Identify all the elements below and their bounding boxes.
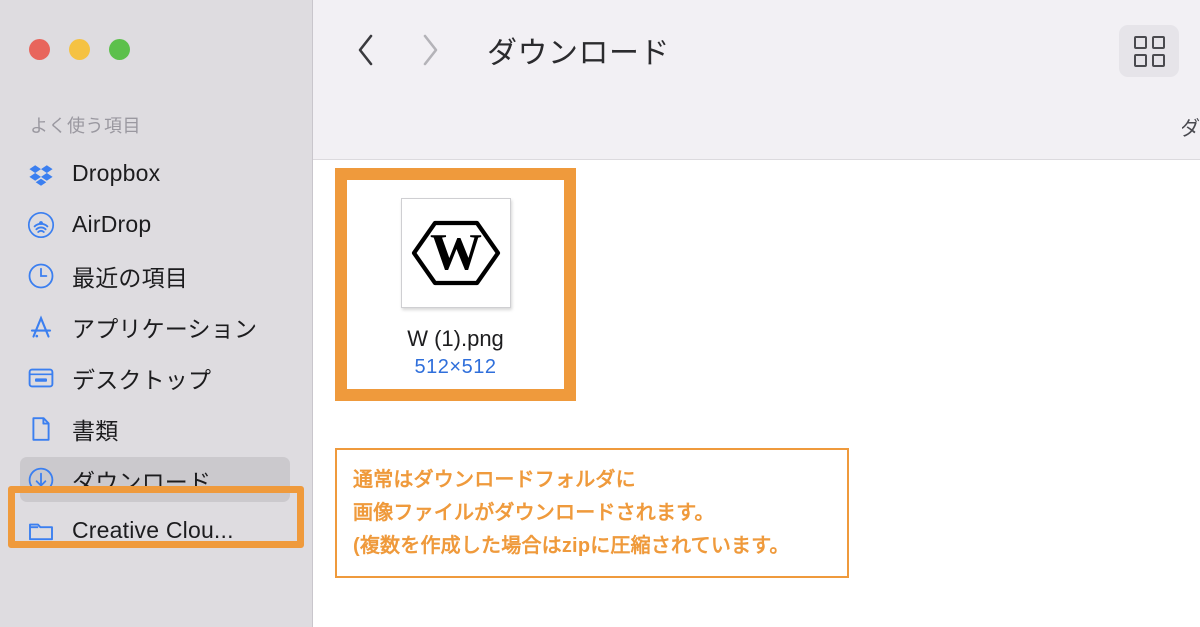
sidebar: よく使う項目 Dropbox AirDrop 最近の項目 アプリケーション デス… — [0, 0, 313, 627]
main-pane: ダウンロード ダ W W (1).png 512×512 通常はダウンロードフォ… — [313, 0, 1200, 627]
sidebar-item-label: アプリケーション — [72, 315, 258, 342]
clock-icon — [26, 261, 56, 291]
dropbox-icon — [26, 159, 56, 189]
sidebar-item-label: 最近の項目 — [72, 264, 188, 291]
minimize-window-button[interactable] — [69, 39, 90, 60]
hexagon-w-logo-icon: W — [411, 220, 500, 286]
sidebar-item-label: ダウンロード — [72, 468, 212, 495]
sidebar-item-label: 書類 — [72, 417, 119, 444]
sidebar-item-list: Dropbox AirDrop 最近の項目 アプリケーション デスクトップ 書類… — [0, 148, 312, 556]
navigation-buttons — [349, 28, 447, 72]
file-browser-content[interactable]: W W (1).png 512×512 通常はダウンロードフォルダに 画像ファイ… — [313, 160, 1200, 627]
sidebar-item-label: AirDrop — [72, 211, 152, 237]
sidebar-item-label: Dropbox — [72, 160, 161, 186]
close-window-button[interactable] — [29, 39, 50, 60]
annotation-note: 通常はダウンロードフォルダに 画像ファイルがダウンロードされます。 (複数を作成… — [335, 448, 849, 578]
file-name-label: W (1).png — [407, 326, 504, 351]
annotation-line: 通常はダウンロードフォルダに — [353, 469, 636, 491]
sidebar-item-airdrop[interactable]: AirDrop — [0, 199, 312, 250]
sidebar-item-label: Creative Clou... — [72, 517, 234, 543]
icon-view-button[interactable] — [1119, 25, 1179, 77]
folder-icon — [26, 516, 56, 546]
finder-window: よく使う項目 Dropbox AirDrop 最近の項目 アプリケーション デス… — [0, 0, 1200, 627]
traffic-light-controls — [29, 39, 130, 60]
file-thumbnail: W — [400, 198, 511, 308]
maximize-window-button[interactable] — [109, 39, 130, 60]
airdrop-icon — [26, 210, 56, 240]
page-title: ダウンロード — [487, 37, 670, 70]
sidebar-section-title: よく使う項目 — [30, 116, 141, 136]
app-store-icon — [26, 312, 56, 342]
svg-text:W: W — [430, 224, 482, 281]
file-item-highlight-annotation: W W (1).png 512×512 — [335, 168, 576, 401]
sidebar-item-documents[interactable]: 書類 — [0, 403, 312, 454]
file-dimensions-label: 512×512 — [414, 356, 497, 378]
sidebar-item-desktop[interactable]: デスクトップ — [0, 352, 312, 403]
desktop-icon — [26, 363, 56, 393]
annotation-line: (複数を作成した場合はzipに圧縮されています。 — [353, 535, 790, 557]
toolbar: ダウンロード ダ — [313, 0, 1200, 160]
sidebar-item-creative-cloud[interactable]: Creative Clou... — [0, 505, 312, 556]
file-item[interactable]: W W (1).png 512×512 — [347, 180, 564, 389]
document-icon — [26, 414, 56, 444]
sidebar-item-dropbox[interactable]: Dropbox — [0, 148, 312, 199]
forward-button[interactable] — [413, 28, 447, 72]
sidebar-item-recents[interactable]: 最近の項目 — [0, 250, 312, 301]
download-icon — [26, 465, 56, 495]
back-button[interactable] — [349, 28, 383, 72]
path-bar-fragment: ダ — [1182, 118, 1200, 140]
annotation-line: 画像ファイルがダウンロードされます。 — [353, 502, 715, 524]
sidebar-item-label: デスクトップ — [72, 366, 212, 393]
sidebar-item-applications[interactable]: アプリケーション — [0, 301, 312, 352]
grid-view-icon — [1133, 35, 1165, 67]
sidebar-item-downloads[interactable]: ダウンロード — [0, 454, 312, 505]
